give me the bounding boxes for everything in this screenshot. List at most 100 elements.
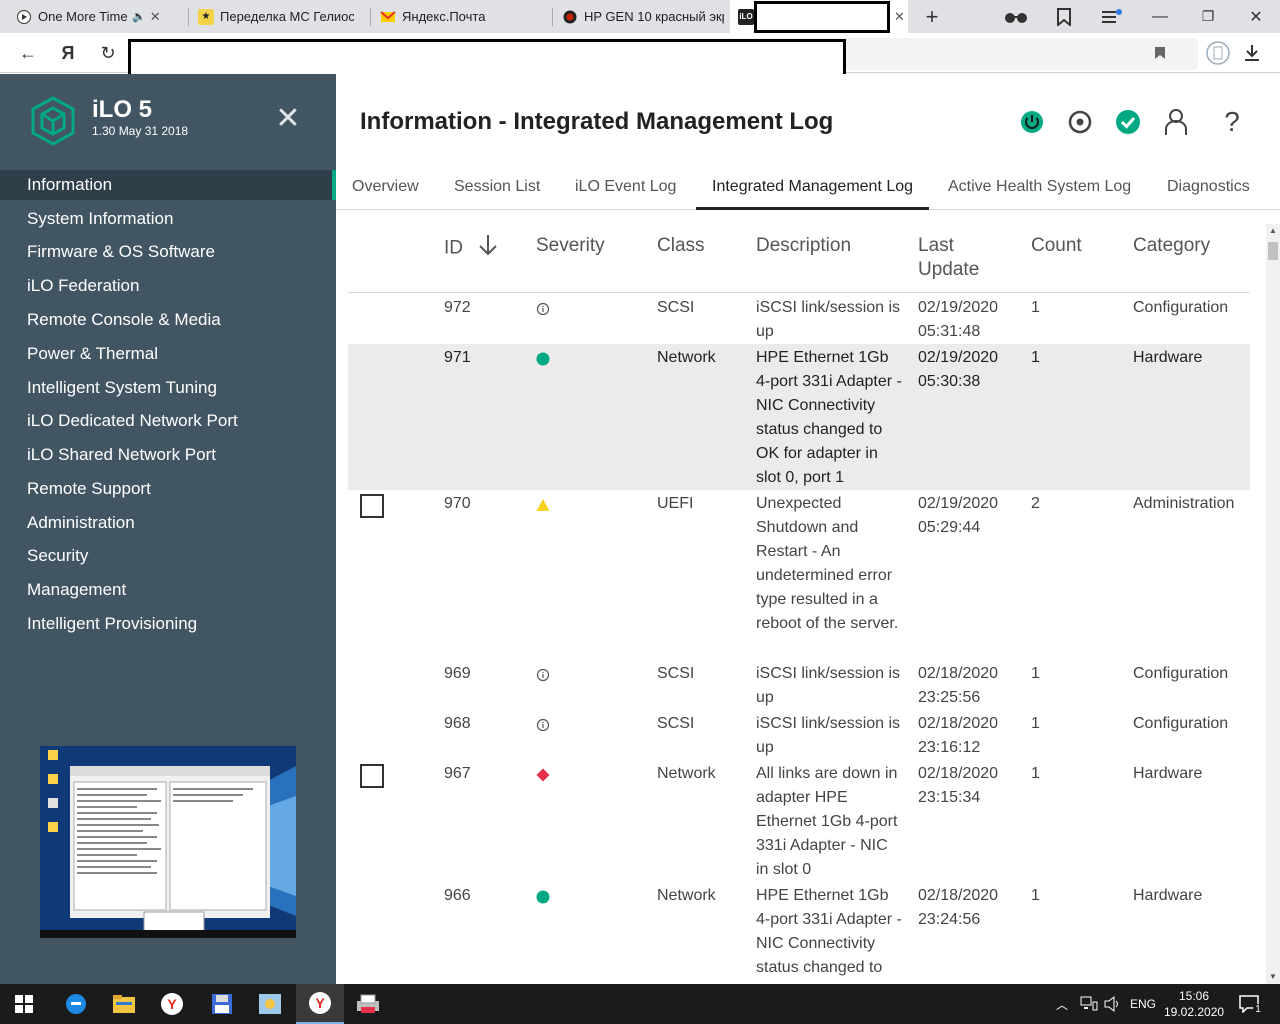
column-header-description[interactable]: Description: [756, 234, 851, 258]
informational-icon: [536, 668, 550, 682]
sidebar-item-remote-console[interactable]: Remote Console & Media: [0, 305, 336, 335]
caution-warning-icon: [536, 498, 550, 512]
close-window-icon[interactable]: ✕: [1236, 0, 1276, 33]
menu-icon[interactable]: [1092, 0, 1132, 33]
clock-date: 19.02.2020: [1164, 1005, 1225, 1019]
cell-last-update: 02/18/2020 23:24:56: [918, 887, 999, 928]
cell-category: Hardware: [1133, 887, 1203, 904]
yandex-icon[interactable]: Я: [48, 33, 88, 73]
new-tab-button[interactable]: +: [912, 0, 952, 33]
tab-divider: [552, 8, 553, 26]
sidebar-item-information[interactable]: Information: [0, 170, 336, 200]
sidebar-item-administration[interactable]: Administration: [0, 508, 336, 538]
row-checkbox[interactable]: [360, 494, 384, 518]
remote-console-thumbnail[interactable]: [40, 746, 296, 938]
yandex-browser-icon[interactable]: Y: [148, 984, 196, 1024]
scroll-down-icon[interactable]: ▼: [1266, 970, 1280, 984]
tab-ilo-event-log[interactable]: iLO Event Log: [559, 166, 692, 210]
tab-diagnostics[interactable]: Diagnostics: [1151, 166, 1266, 210]
download-icon[interactable]: [1232, 33, 1272, 73]
cell-description: HPE Ethernet 1Gb 4-port 331i Adapter - N…: [756, 887, 902, 976]
critical-status-icon: [536, 768, 550, 782]
browser-tab[interactable]: HP GEN 10 красный экр: [554, 0, 730, 33]
page-title: Information - Integrated Management Log: [360, 108, 834, 135]
sidebar-item-firmware[interactable]: Firmware & OS Software: [0, 237, 336, 267]
language-indicator[interactable]: ENG: [1130, 984, 1158, 1024]
yandex-browser-active-icon[interactable]: Y: [296, 984, 344, 1024]
browser-tab[interactable]: One More Time – 🔈 ✕: [8, 0, 188, 33]
browser-tab[interactable]: Яндекс.Почта: [372, 0, 552, 33]
scroll-thumb[interactable]: [1268, 242, 1278, 260]
tab-close-icon[interactable]: ✕: [150, 9, 161, 25]
clock-time: 15:06: [1178, 989, 1210, 1003]
column-header-class[interactable]: Class: [657, 234, 705, 258]
column-header-count[interactable]: Count: [1031, 234, 1082, 258]
table-row[interactable]: 969 SCSI iSCSI link/session is up 02/18/…: [348, 660, 1250, 710]
restore-icon[interactable]: ❐: [1188, 0, 1228, 33]
cell-id: 966: [444, 887, 471, 904]
user-icon[interactable]: [1162, 108, 1190, 136]
tab-title: HP GEN 10 красный экр: [584, 9, 724, 24]
sidebar-item-ilo-federation[interactable]: iLO Federation: [0, 271, 336, 301]
reload-icon[interactable]: ↻: [88, 33, 128, 73]
minimize-icon[interactable]: —: [1140, 0, 1180, 33]
sidebar-item-remote-support[interactable]: Remote Support: [0, 474, 336, 504]
tab-close-icon[interactable]: ✕: [894, 9, 905, 25]
tab-active-health-system-log[interactable]: Active Health System Log: [932, 166, 1147, 210]
cell-id: 967: [444, 765, 471, 782]
power-icon[interactable]: [1018, 108, 1046, 136]
collections-icon[interactable]: [1044, 0, 1084, 33]
sidebar-item-power-thermal[interactable]: Power & Thermal: [0, 339, 336, 369]
app-version: 1.30 May 31 2018: [92, 124, 189, 138]
table-row[interactable]: 966 Network HPE Ethernet 1Gb 4-port 331i…: [348, 882, 1250, 984]
printer-icon[interactable]: [344, 984, 392, 1024]
browser-tab[interactable]: ★ Переделка МС Гелиос –: [190, 0, 370, 33]
clock[interactable]: 15:06 19.02.2020: [1164, 988, 1224, 1020]
column-header-last-update[interactable]: Last Update: [918, 234, 994, 282]
sort-descending-icon[interactable]: [478, 234, 498, 263]
column-header-severity[interactable]: Severity: [536, 234, 605, 258]
table-row[interactable]: 970 UEFI Unexpected Shutdown and Restart…: [348, 490, 1250, 660]
row-checkbox[interactable]: [360, 764, 384, 788]
tab-integrated-management-log[interactable]: Integrated Management Log: [696, 166, 930, 210]
informational-icon: [536, 718, 550, 732]
speaker-icon[interactable]: 🔈: [132, 10, 146, 23]
table-row[interactable]: 968 SCSI iSCSI link/session is up 02/18/…: [348, 710, 1250, 760]
cell-class: UEFI: [657, 495, 694, 512]
column-header-category[interactable]: Category: [1133, 234, 1210, 258]
table-row[interactable]: 967 Network All links are down in adapte…: [348, 760, 1250, 882]
vertical-scrollbar[interactable]: ▲ ▼: [1266, 224, 1280, 984]
help-icon[interactable]: ?: [1218, 106, 1246, 137]
sidebar-item-provisioning[interactable]: Intelligent Provisioning: [0, 609, 336, 639]
table-row[interactable]: 971 Network HPE Ethernet 1Gb 4-port 331i…: [348, 344, 1250, 490]
column-header-label: ID: [444, 237, 463, 259]
sidebar-item-security[interactable]: Security: [0, 541, 336, 571]
close-icon[interactable]: ✕: [274, 104, 302, 134]
start-icon[interactable]: [0, 984, 48, 1024]
certificate-icon[interactable]: [246, 984, 294, 1024]
network-icon[interactable]: [1080, 984, 1100, 1024]
tab-session-list[interactable]: Session List: [438, 166, 556, 210]
incognito-icon[interactable]: [996, 0, 1036, 33]
tab-overview[interactable]: Overview: [336, 166, 435, 210]
uid-locator-icon[interactable]: [1066, 108, 1094, 136]
health-ok-icon[interactable]: [1114, 108, 1142, 136]
save-disk-icon[interactable]: [198, 984, 246, 1024]
sidebar-item-system-tuning[interactable]: Intelligent System Tuning: [0, 373, 336, 403]
volume-icon[interactable]: [1104, 984, 1124, 1024]
edge-icon[interactable]: [52, 984, 100, 1024]
table-row[interactable]: 972 SCSI iSCSI link/session is up 02/19/…: [348, 294, 1250, 344]
tray-chevron-icon[interactable]: ︿: [1056, 984, 1074, 1024]
sidebar-item-dedicated-port[interactable]: iLO Dedicated Network Port: [0, 406, 336, 436]
sidebar-item-management[interactable]: Management: [0, 575, 336, 605]
address-bar: ← Я ↻: [0, 33, 1280, 77]
column-header-id[interactable]: ID: [444, 234, 498, 263]
back-arrow-icon[interactable]: ←: [8, 33, 48, 73]
bookmark-icon[interactable]: [1140, 33, 1180, 73]
notifications-icon[interactable]: 1: [1236, 984, 1266, 1024]
sidebar-item-system-information[interactable]: System Information: [0, 204, 336, 234]
sidebar-item-shared-port[interactable]: iLO Shared Network Port: [0, 440, 336, 470]
log-table: ID Severity Class Description Last Updat…: [336, 224, 1266, 984]
scroll-up-icon[interactable]: ▲: [1266, 224, 1280, 238]
file-explorer-icon[interactable]: [100, 984, 148, 1024]
